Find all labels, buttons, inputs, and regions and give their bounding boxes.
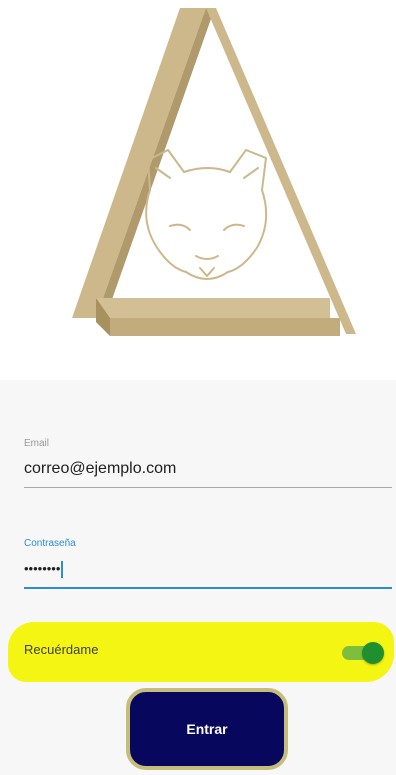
logo-area [0,0,396,380]
logo-left-beam-shade [96,8,212,322]
logo-bottom-bar-front [110,318,340,336]
toggle-thumb [362,642,384,664]
email-underline [24,487,392,488]
password-underline [24,587,392,589]
password-field[interactable]: Contraseña •••••••• [24,538,392,589]
password-input[interactable]: •••••••• [24,561,60,576]
remember-me-row: Recuérdame [8,622,394,682]
email-label: Email [24,438,50,449]
cougar-face [145,149,268,280]
cougar-triangle-logo [72,8,356,336]
email-input[interactable]: correo@ejemplo.com [24,458,392,480]
logo-bottom-bar [96,298,330,318]
remember-me-label: Recuérdame [24,642,99,657]
login-submit-button[interactable]: Entrar [126,688,288,770]
text-caret [61,561,63,579]
password-input-row[interactable]: •••••••• [24,558,392,580]
remember-me-toggle[interactable] [338,642,388,664]
password-label: Contraseña [24,538,76,549]
login-screen: Email correo@ejemplo.com Contraseña ••••… [0,0,396,775]
email-field[interactable]: Email correo@ejemplo.com [24,438,392,488]
